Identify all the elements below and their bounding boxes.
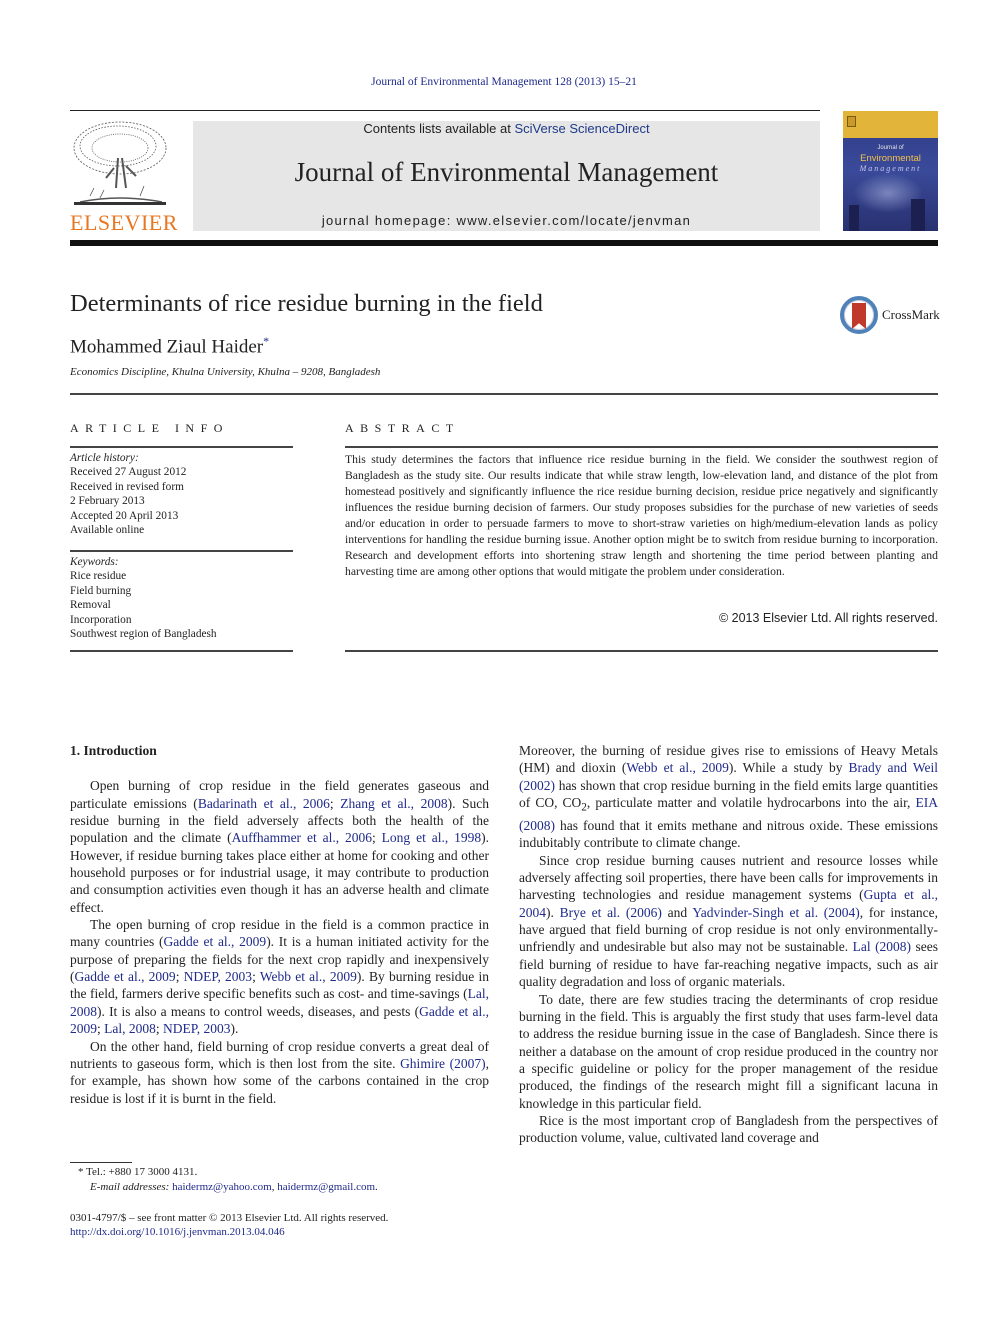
paragraph: Open burning of crop residue in the fiel… bbox=[70, 778, 489, 915]
footnote-rule bbox=[70, 1162, 132, 1163]
author-text: Mohammed Ziaul Haider bbox=[70, 336, 264, 358]
body-column-left: 1. Introduction Open burning of crop res… bbox=[70, 742, 489, 1107]
history-item: 2 February 2013 bbox=[70, 495, 145, 508]
email-link[interactable]: haidermz@gmail.com bbox=[277, 1181, 375, 1193]
citation-link[interactable]: Ghimire (2007) bbox=[400, 1056, 486, 1071]
citation-link[interactable]: Gadde et al., 2009 bbox=[163, 934, 266, 949]
citation-link[interactable]: Lal, 2008 bbox=[104, 1021, 156, 1036]
cover-band bbox=[843, 111, 938, 138]
keywords-label: Keywords: bbox=[70, 556, 119, 568]
paragraph: Since crop residue burning causes nutrie… bbox=[519, 852, 939, 990]
citation-link[interactable]: Webb et al., 2009 bbox=[626, 760, 729, 775]
cover-title-line2: Environmental bbox=[860, 153, 921, 164]
elsevier-mini-logo-icon bbox=[847, 116, 856, 127]
citation-link[interactable]: Yadvinder-Singh et al. (2004) bbox=[692, 905, 859, 920]
elsevier-logo[interactable]: ELSEVIER bbox=[70, 118, 178, 235]
email-end: . bbox=[375, 1181, 378, 1193]
crossmark-ribbon-icon bbox=[852, 303, 866, 329]
citation-link[interactable]: Webb et al., 2009 bbox=[260, 969, 357, 984]
homepage-url[interactable]: www.elsevier.com/locate/jenvman bbox=[457, 213, 692, 228]
subscript: 2 bbox=[581, 801, 587, 814]
paragraph: To date, there are few studies tracing t… bbox=[519, 991, 938, 1111]
history-label: Article history: bbox=[70, 452, 139, 464]
body-column-right: Moreover, the burning of residue gives r… bbox=[519, 742, 938, 1147]
paragraph: Moreover, the burning of residue gives r… bbox=[519, 743, 938, 851]
paragraph: The open burning of crop residue in the … bbox=[70, 917, 489, 1037]
email-label: E-mail addresses: bbox=[90, 1181, 173, 1193]
issn-line: 0301-4797/$ – see front matter © 2013 El… bbox=[70, 1212, 389, 1224]
author-footnote-mark[interactable]: * bbox=[263, 334, 269, 348]
history-item: Available online bbox=[70, 524, 145, 537]
citation-link[interactable]: Lal (2008) bbox=[853, 939, 911, 954]
article-history: Article history: Received 27 August 2012… bbox=[70, 451, 293, 537]
chimney-icon bbox=[911, 199, 925, 231]
history-item: Received in revised form bbox=[70, 480, 184, 493]
footnote-tel: * Tel.: +880 17 3000 4131. bbox=[78, 1166, 198, 1178]
keyword: Field burning bbox=[70, 584, 132, 597]
sciencedirect-link[interactable]: SciVerse ScienceDirect bbox=[514, 121, 649, 136]
journal-banner: Contents lists available at SciVerse Sci… bbox=[193, 121, 820, 231]
journal-homepage: journal homepage: www.elsevier.com/locat… bbox=[193, 213, 820, 228]
divider bbox=[70, 446, 293, 448]
abstract-text: This study determines the factors that i… bbox=[345, 453, 938, 578]
keyword: Incorporation bbox=[70, 613, 132, 626]
publisher-name: ELSEVIER bbox=[70, 210, 178, 235]
divider bbox=[345, 650, 938, 652]
journal-title: Journal of Environmental Management bbox=[294, 157, 719, 187]
journal-citation[interactable]: Journal of Environmental Management 128 … bbox=[0, 76, 992, 88]
chimney-icon bbox=[849, 205, 859, 231]
doi-link[interactable]: http://dx.doi.org/10.1016/j.jenvman.2013… bbox=[70, 1226, 285, 1238]
contents-line: Contents lists available at SciVerse Sci… bbox=[193, 121, 820, 137]
divider bbox=[345, 446, 938, 448]
homepage-prefix: journal homepage: bbox=[321, 213, 457, 228]
paragraph: Rice is the most important crop of Bangl… bbox=[519, 1112, 938, 1146]
crossmark-icon bbox=[840, 296, 878, 334]
citation-link[interactable]: Long et al., 1998 bbox=[382, 830, 481, 845]
citation-link[interactable]: NDEP, 2003 bbox=[184, 969, 252, 984]
citation-link[interactable]: NDEP, 2003 bbox=[163, 1021, 231, 1036]
keyword: Southwest region of Bangladesh bbox=[70, 628, 217, 641]
contents-prefix: Contents lists available at bbox=[363, 121, 515, 136]
author-name: Mohammed Ziaul Haider* bbox=[70, 334, 269, 358]
header-thick-rule bbox=[70, 240, 938, 246]
paragraph: On the other hand, field burning of crop… bbox=[70, 1038, 489, 1106]
citation-link[interactable]: Brady and Weil (2002) bbox=[519, 760, 938, 792]
divider bbox=[70, 550, 293, 552]
history-item: Accepted 20 April 2013 bbox=[70, 509, 179, 522]
affiliation: Economics Discipline, Khulna University,… bbox=[70, 366, 381, 378]
cover-title-line1: Journal of bbox=[877, 145, 904, 151]
citation-link[interactable]: Badarinath et al., 2006 bbox=[198, 796, 330, 811]
footnote-email: E-mail addresses: haidermz@yahoo.com, ha… bbox=[90, 1181, 378, 1193]
elsevier-tree-icon bbox=[73, 121, 167, 205]
section-heading: 1. Introduction bbox=[70, 743, 157, 758]
email-link[interactable]: haidermz@yahoo.com bbox=[172, 1181, 272, 1193]
article-title: Determinants of rice residue burning in … bbox=[70, 290, 543, 317]
crossmark-button[interactable]: CrossMark bbox=[840, 296, 940, 334]
header-rule bbox=[70, 110, 820, 111]
citation-link[interactable]: Zhang et al., 2008 bbox=[340, 796, 447, 811]
citation-link[interactable]: Auffhammer et al., 2006 bbox=[232, 830, 372, 845]
journal-cover[interactable]: Journal of Environmental Management bbox=[843, 111, 938, 231]
keyword: Rice residue bbox=[70, 570, 127, 583]
keywords: Keywords: Rice residue Field burning Rem… bbox=[70, 555, 293, 641]
abstract-copyright: © 2013 Elsevier Ltd. All rights reserved… bbox=[718, 611, 938, 625]
citation-link[interactable]: Gadde et al., 2009 bbox=[75, 969, 176, 984]
divider bbox=[70, 393, 938, 395]
crossmark-label: CrossMark bbox=[882, 307, 940, 322]
cover-title-line3: Management bbox=[859, 164, 922, 173]
citation-link[interactable]: Brye et al. (2006) bbox=[560, 905, 662, 920]
keyword: Removal bbox=[70, 599, 111, 612]
abstract-heading: ABSTRACT bbox=[345, 421, 460, 435]
divider bbox=[70, 650, 293, 652]
article-info-heading: ARTICLE INFO bbox=[70, 421, 229, 435]
history-item: Received 27 August 2012 bbox=[70, 466, 187, 479]
